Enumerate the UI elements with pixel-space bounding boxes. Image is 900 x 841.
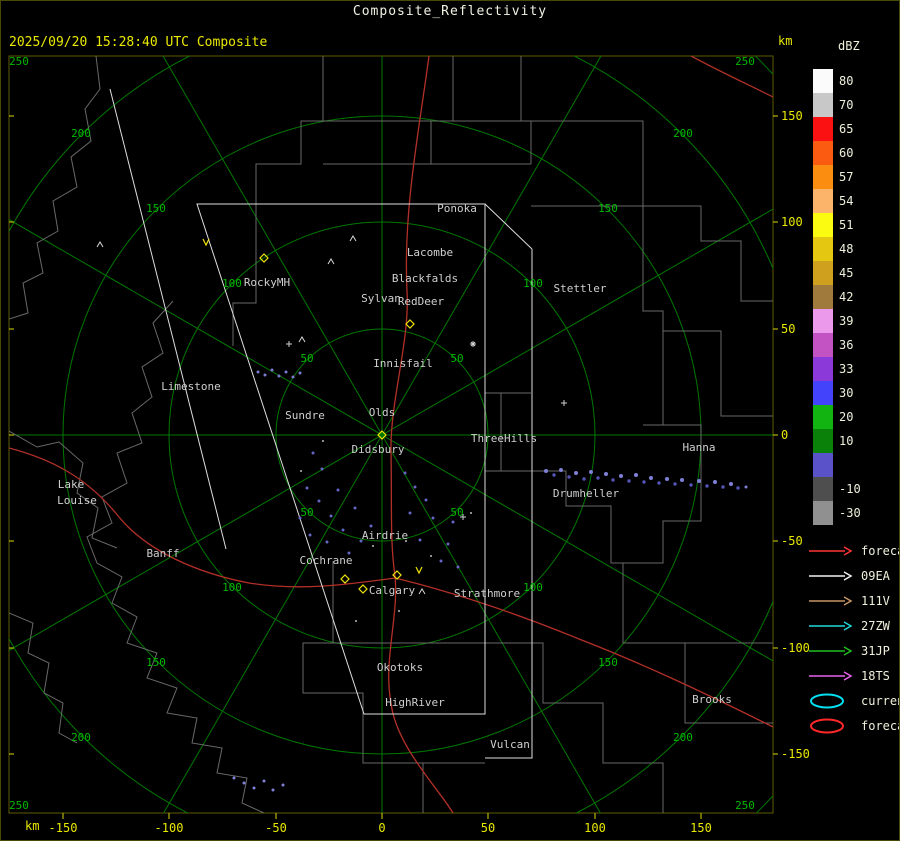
right-axis-labels: 150 100 50 0 -50 -100 -150 bbox=[781, 109, 810, 761]
radar-09ea-arrow-icon bbox=[809, 571, 853, 581]
bottom-tick-label: 50 bbox=[481, 821, 495, 835]
colorbar-swatch bbox=[813, 69, 833, 93]
right-tick-label: -150 bbox=[781, 747, 810, 761]
radar-27zw-arrow-icon bbox=[809, 621, 853, 631]
radar-31jp-arrow-icon bbox=[809, 646, 853, 656]
radar-18ts-arrow-icon bbox=[809, 671, 853, 681]
colorbar-swatch bbox=[813, 93, 833, 117]
legend-item-27zw: 27ZW bbox=[807, 619, 899, 633]
bottom-tick-label: 150 bbox=[690, 821, 712, 835]
colorbar-tick-label: 36 bbox=[839, 338, 853, 352]
legend-item-forecast-arrow: forecast bbox=[807, 544, 899, 558]
right-tick-label: 0 bbox=[781, 428, 788, 442]
colorbar-tick-label: 10 bbox=[839, 434, 853, 448]
bottom-tick-label: 100 bbox=[584, 821, 606, 835]
forecast-cell-ellipse-icon bbox=[810, 718, 844, 734]
colorbar-swatch bbox=[813, 141, 833, 165]
colorbar-tick-label: 39 bbox=[839, 314, 853, 328]
right-tick-label: 50 bbox=[781, 322, 795, 336]
legend-item-forecast-cell: forecast bbox=[807, 718, 899, 734]
colorbar-swatch bbox=[813, 309, 833, 333]
current-cell-ellipse-icon bbox=[810, 693, 844, 709]
colorbar-swatch bbox=[813, 477, 833, 501]
colorbar-tick-label: 80 bbox=[839, 74, 853, 88]
colorbar-swatch bbox=[813, 429, 833, 453]
legend-label: current bbox=[861, 694, 899, 708]
colorbar-swatch bbox=[813, 213, 833, 237]
legend-item-09ea: 09EA bbox=[807, 569, 899, 583]
radar-app-window: Composite_Reflectivity 2025/09/20 15:28:… bbox=[0, 0, 900, 841]
colorbar-tick-label: 20 bbox=[839, 410, 853, 424]
bottom-tick-label: -150 bbox=[49, 821, 78, 835]
colorbar-swatch bbox=[813, 381, 833, 405]
right-tick-label: -100 bbox=[781, 641, 810, 655]
right-tick-label: -50 bbox=[781, 534, 803, 548]
legend-label: 27ZW bbox=[861, 619, 890, 633]
colorbar-swatch bbox=[813, 261, 833, 285]
bottom-tick-label: -50 bbox=[265, 821, 287, 835]
colorbar-swatch bbox=[813, 117, 833, 141]
colorbar-swatch bbox=[813, 165, 833, 189]
colorbar-tick-label: 48 bbox=[839, 242, 853, 256]
colorbar-tick-label: 45 bbox=[839, 266, 853, 280]
colorbar-tick-label: -30 bbox=[839, 506, 861, 520]
dbz-colorbar: 80 70 65 60 57 54 51 48 45 42 39 36 33 3… bbox=[813, 69, 861, 525]
colorbar-swatch bbox=[813, 285, 833, 309]
colorbar-tick-label: 57 bbox=[839, 170, 853, 184]
colorbar-tick-label: 70 bbox=[839, 98, 853, 112]
legend-label: 09EA bbox=[861, 569, 890, 583]
legend-label: 111V bbox=[861, 594, 890, 608]
overlay-legend: forecast 09EA 111V 27ZW bbox=[807, 544, 899, 734]
colorbar-swatch bbox=[813, 333, 833, 357]
colorbar-tick-label: 60 bbox=[839, 146, 853, 160]
bottom-tick-label: 0 bbox=[378, 821, 385, 835]
colorbar-swatch bbox=[813, 405, 833, 429]
legend-label: 31JP bbox=[861, 644, 890, 658]
radar-plot-area[interactable] bbox=[9, 56, 773, 813]
legend-item-31jp: 31JP bbox=[807, 644, 899, 658]
radar-111v-arrow-icon bbox=[809, 596, 853, 606]
legend-item-18ts: 18TS bbox=[807, 669, 899, 683]
right-tick-label: 150 bbox=[781, 109, 803, 123]
legend-label: forecast bbox=[861, 719, 899, 733]
colorbar-swatch bbox=[813, 453, 833, 477]
legend-item-current-cell: current bbox=[807, 693, 899, 709]
colorbar-swatch bbox=[813, 501, 833, 525]
colorbar-tick-label: 65 bbox=[839, 122, 853, 136]
colorbar-tick-label: 33 bbox=[839, 362, 853, 376]
colorbar-tick-label: -10 bbox=[839, 482, 861, 496]
colorbar-tick-label: 42 bbox=[839, 290, 853, 304]
forecast-arrow-icon bbox=[809, 546, 853, 556]
radar-display: 50 100 150 200 250 50 100 150 200 250 50… bbox=[8, 55, 810, 835]
colorbar-tick-label: 51 bbox=[839, 218, 853, 232]
colorbar-swatch bbox=[813, 237, 833, 261]
bottom-axis-labels: -150 -100 -50 0 50 100 150 bbox=[49, 821, 712, 835]
legend-label: 18TS bbox=[861, 669, 890, 683]
legend-label: forecast bbox=[861, 544, 899, 558]
colorbar-tick-label: 54 bbox=[839, 194, 853, 208]
colorbar-swatch bbox=[813, 357, 833, 381]
colorbar-swatch bbox=[813, 189, 833, 213]
right-tick-label: 100 bbox=[781, 215, 803, 229]
bottom-tick-label: -100 bbox=[155, 821, 184, 835]
legend-item-111v: 111V bbox=[807, 594, 899, 608]
colorbar-tick-label: 30 bbox=[839, 386, 853, 400]
